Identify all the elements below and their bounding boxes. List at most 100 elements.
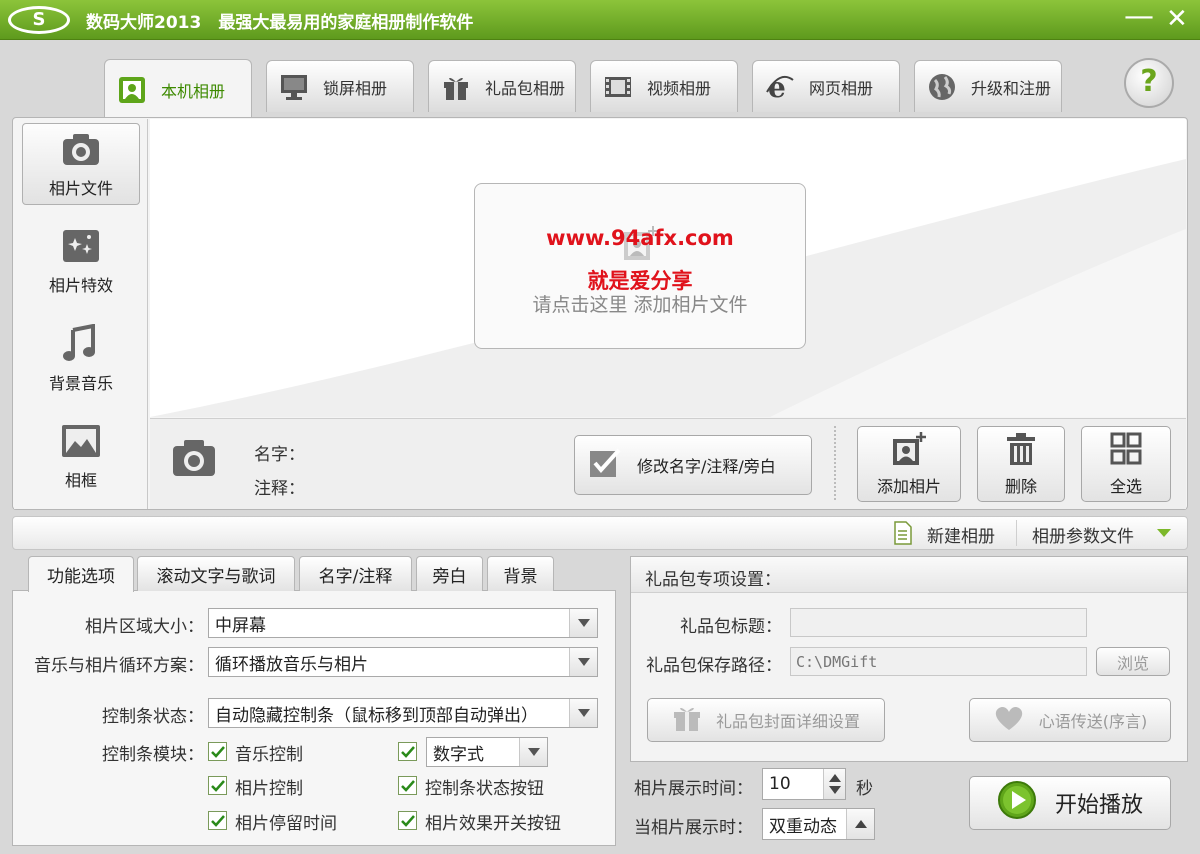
effect-switch-button-checkbox[interactable] [398, 811, 417, 830]
globe-icon [927, 72, 957, 102]
select-all-button[interactable]: 全选 [1081, 426, 1171, 502]
tab-label: 升级和注册 [971, 78, 1052, 98]
duration-spinner[interactable]: 10 [762, 768, 846, 800]
bar-state-label: 控制条状态： [102, 707, 204, 727]
trash-icon [1003, 431, 1039, 467]
sidebar-item-photo-files[interactable]: 相片文件 [22, 123, 140, 205]
start-playback-button[interactable]: 开始播放 [969, 776, 1171, 830]
loop-scheme-value: 循环播放音乐与相片 [215, 654, 368, 675]
album-toolbar [12, 516, 1188, 550]
help-button[interactable]: ? [1124, 58, 1174, 108]
sparkle-icon [59, 226, 103, 266]
new-document-icon [894, 521, 912, 545]
numeric-style-select[interactable]: 数字式 [426, 737, 548, 767]
separator [834, 426, 836, 500]
add-photo-label: 添加相片 [876, 477, 941, 496]
camera-icon [59, 129, 103, 169]
sidebar-item-frame[interactable]: 相框 [22, 415, 140, 497]
checkbox-edit-icon [589, 447, 621, 483]
chevron-down-icon [569, 648, 597, 676]
album-params-menu[interactable]: 相册参数文件 [1032, 522, 1134, 547]
sidebar-item-label: 相框 [64, 471, 97, 490]
tab-label: 锁屏相册 [323, 78, 388, 98]
gift-title-input[interactable] [790, 608, 1087, 637]
tab-background[interactable]: 背景 [487, 556, 554, 591]
gift-header: 礼品包专项设置： [645, 570, 781, 590]
delete-label: 删除 [1004, 477, 1037, 496]
edit-name-note-button[interactable]: 修改名字/注释/旁白 [574, 435, 812, 495]
spinner-arrows-icon[interactable] [823, 769, 845, 799]
sidebar-item-label: 背景音乐 [48, 374, 113, 393]
delete-button[interactable]: 删除 [977, 426, 1065, 502]
start-playback-label: 开始播放 [1054, 793, 1143, 818]
add-photo-icon [891, 431, 927, 467]
show-effect-select[interactable]: 双重动态 [762, 808, 875, 840]
watermark-url: www.94afx.com [546, 226, 734, 250]
gift-title-label: 礼品包标题： [680, 617, 782, 637]
watermark-text: 就是爱分享 [587, 269, 693, 293]
music-control-label: 音乐控制 [235, 745, 303, 765]
edit-name-note-label: 修改名字/注释/旁白 [637, 457, 776, 476]
chevron-down-icon [569, 699, 597, 727]
heart-icon [993, 704, 1025, 736]
bar-state-select[interactable]: 自动隐藏控制条（鼠标移到顶部自动弹出） [208, 698, 598, 728]
dropdown-arrow-icon[interactable] [1156, 528, 1172, 538]
tab-label: 网页相册 [809, 78, 874, 98]
tab-name-note[interactable]: 名字/注释 [299, 556, 412, 591]
photo-frame-icon [117, 75, 147, 105]
gift-icon [441, 72, 471, 102]
music-control-checkbox[interactable] [208, 742, 227, 761]
chevron-down-icon [519, 738, 547, 766]
bar-module-label: 控制条模块： [102, 745, 204, 765]
show-label: 当相片展示时： [634, 818, 753, 838]
gift-path-input[interactable]: C:\DMGift [790, 647, 1087, 676]
chevron-down-icon [569, 609, 597, 637]
tab-upgrade-register[interactable]: 升级和注册 [914, 60, 1062, 112]
message-preface-label: 心语传送(序言) [1038, 712, 1148, 731]
tab-web-album[interactable]: e 网页相册 [752, 60, 900, 112]
film-icon [603, 72, 633, 102]
separator [1016, 520, 1017, 546]
photo-control-label: 相片控制 [235, 779, 303, 799]
grid-icon [1108, 431, 1144, 467]
duration-label: 相片展示时间： [634, 779, 753, 799]
music-note-icon [59, 324, 103, 364]
photo-control-checkbox[interactable] [208, 776, 227, 795]
monitor-icon [279, 72, 309, 102]
tab-local-album[interactable]: 本机相册 [104, 59, 252, 119]
gift-cover-settings-button[interactable]: 礼品包封面详细设置 [647, 698, 885, 742]
photo-stay-time-checkbox[interactable] [208, 811, 227, 830]
numeric-checkbox[interactable] [398, 742, 417, 761]
gift-icon [672, 704, 702, 736]
ie-icon: e [765, 72, 795, 102]
sidebar-item-label: 相片文件 [48, 179, 113, 198]
effect-switch-button-label: 相片效果开关按钮 [425, 814, 561, 834]
tab-gift-album[interactable]: 礼品包相册 [428, 60, 576, 112]
loop-scheme-select[interactable]: 循环播放音乐与相片 [208, 647, 598, 677]
area-size-select[interactable]: 中屏幕 [208, 608, 598, 638]
new-album-button[interactable]: 新建相册 [927, 522, 995, 547]
photo-stay-time-label: 相片停留时间 [235, 814, 337, 834]
window-title: 数码大师2013 最强大最易用的家庭相册制作软件 [86, 13, 474, 33]
tab-lockscreen-album[interactable]: 锁屏相册 [266, 60, 414, 112]
tab-function-options[interactable]: 功能选项 [28, 556, 134, 592]
add-photo-button[interactable]: 添加相片 [857, 426, 961, 502]
camera-icon [173, 440, 215, 476]
app-logo: S [8, 6, 70, 34]
close-button[interactable]: ✕ [1166, 4, 1188, 34]
tab-label: 本机相册 [161, 81, 226, 101]
tab-scroll-text-lyrics[interactable]: 滚动文字与歌词 [137, 556, 295, 591]
sidebar-item-photo-effects[interactable]: 相片特效 [22, 220, 140, 302]
area-size-label: 相片区域大小： [85, 617, 204, 637]
message-preface-button[interactable]: 心语传送(序言) [969, 698, 1171, 742]
play-icon [997, 780, 1037, 826]
tab-narration[interactable]: 旁白 [416, 556, 483, 591]
browse-button[interactable]: 浏览 [1096, 647, 1170, 676]
bar-state-button-checkbox[interactable] [398, 776, 417, 795]
sidebar-item-background-music[interactable]: 背景音乐 [22, 318, 140, 400]
duration-unit: 秒 [856, 779, 873, 799]
tab-label: 礼品包相册 [485, 78, 566, 98]
minimize-button[interactable]: — [1124, 2, 1154, 32]
tab-video-album[interactable]: 视频相册 [590, 60, 738, 112]
numeric-style-value: 数字式 [433, 744, 484, 765]
